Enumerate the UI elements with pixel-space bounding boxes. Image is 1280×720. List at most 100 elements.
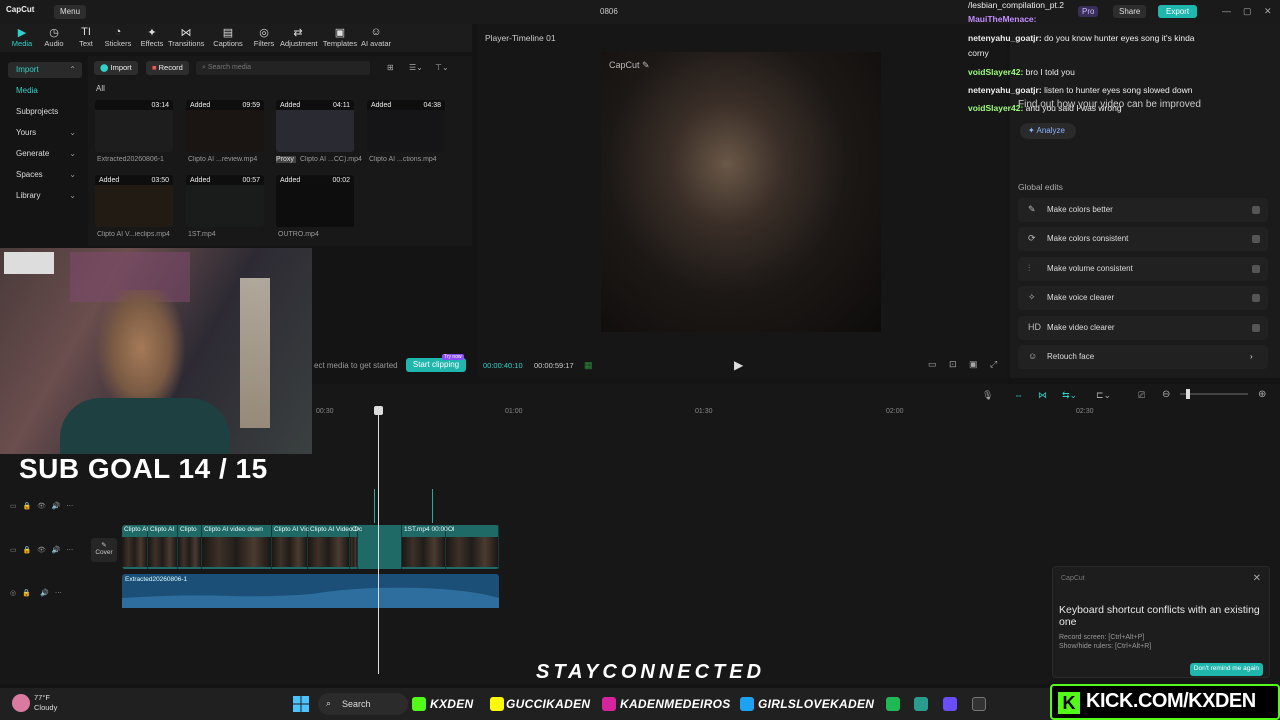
global-edit-make-video-clearer[interactable]: HD Make video clearer xyxy=(1018,315,1268,340)
toast-close-icon[interactable]: ✕ xyxy=(1253,573,1261,584)
weather-icon[interactable] xyxy=(12,694,30,712)
video-clip[interactable]: 1ST.mp4 00:00 xyxy=(402,525,448,569)
import-button[interactable]: ⬤ Import xyxy=(94,61,138,75)
global-edit-make-voice-clearer[interactable]: ✧ Make voice clearer xyxy=(1018,286,1268,311)
tool-audio[interactable]: ◷ Audio xyxy=(36,26,72,48)
weather-widget[interactable]: 77°F Cloudy xyxy=(34,693,57,713)
export-button[interactable]: Export xyxy=(1158,5,1198,18)
nav-media[interactable]: Media xyxy=(8,83,82,99)
video-clip[interactable]: Clipto AI Vic xyxy=(272,525,309,569)
tool-ai-avatar[interactable]: ☺ AI avatar xyxy=(358,26,394,48)
media-thumbnail[interactable]: 03:14 xyxy=(95,100,173,152)
menu-button[interactable]: Menu xyxy=(54,5,87,19)
global-edit-make-colors-better[interactable]: ✎ Make colors better xyxy=(1018,198,1268,222)
grid-view-icon[interactable]: ⊞ xyxy=(387,63,394,72)
crop-icon[interactable]: ⊡ xyxy=(949,359,957,370)
tool-effects[interactable]: ✦ Effects xyxy=(134,26,170,48)
media-thumbnail[interactable]: Added 04:11 xyxy=(276,100,354,152)
close-icon[interactable]: ✕ xyxy=(1264,6,1272,17)
mic-icon[interactable]: 🎙 xyxy=(982,390,993,401)
ratio-icon[interactable]: ▭ xyxy=(928,359,937,370)
toggle[interactable] xyxy=(1252,323,1260,332)
video-clip[interactable]: Clipto xyxy=(178,525,202,569)
tool-stickers[interactable]: ◔ Stickers xyxy=(100,26,136,48)
zoom-out-icon[interactable]: ⊖ xyxy=(1162,389,1170,400)
preview-axis-icon[interactable]: ⊏⌄ xyxy=(1096,390,1111,401)
media-thumbnail[interactable]: Added 03:50 xyxy=(95,175,173,227)
sort-icon[interactable]: ☰⌄ xyxy=(409,63,423,72)
media-thumbnail[interactable]: Added 00:02 xyxy=(276,175,354,227)
track-controls-audio[interactable]: ◎ 🔒 🔊 ⋯ xyxy=(10,589,62,597)
media-thumbnail[interactable]: Added 00:57 xyxy=(186,175,264,227)
caption-icon[interactable]: ⎚ xyxy=(1138,390,1145,401)
zoom-slider[interactable] xyxy=(1180,389,1248,399)
video-clip[interactable]: Clipto AI Video Dc xyxy=(308,525,362,569)
edit-icon[interactable]: ✎ xyxy=(642,60,650,70)
tool-filters[interactable]: ◎ Filters xyxy=(246,26,282,48)
tool-captions[interactable]: ▤ Captions xyxy=(210,26,246,48)
windows-start-icon[interactable] xyxy=(293,696,309,712)
app-icon[interactable] xyxy=(914,697,928,711)
zoom-in-icon[interactable]: ⊕ xyxy=(1258,389,1266,400)
capcut-taskbar-icon[interactable] xyxy=(972,697,986,711)
analyze-button[interactable]: ✦ Analyze xyxy=(1020,123,1076,139)
video-clip[interactable]: Cl xyxy=(350,525,358,569)
track-controls-main[interactable]: ▭ 🔒 👁 🔊 ⋯ xyxy=(10,546,73,554)
audio-track[interactable]: Extracted20260806-1 xyxy=(122,574,499,608)
global-edit-retouch-face[interactable]: ☺ Retouch face › xyxy=(1018,345,1268,369)
toggle[interactable] xyxy=(1252,294,1260,303)
nav-library[interactable]: Library ⌄ xyxy=(8,188,82,204)
nav-subprojects[interactable]: Subprojects xyxy=(8,104,82,120)
maximize-icon[interactable]: ▢ xyxy=(1243,6,1252,17)
search-media-input[interactable]: ⌕ Search media xyxy=(196,61,370,75)
zoom-slider-handle[interactable] xyxy=(1186,389,1190,399)
taskbar-search[interactable]: ⌕ Search xyxy=(318,693,408,715)
app-icon[interactable] xyxy=(943,697,957,711)
pro-badge[interactable]: Pro xyxy=(1078,6,1099,17)
webcam-light xyxy=(4,252,54,274)
filter-all[interactable]: All xyxy=(96,84,105,93)
play-button[interactable]: ▶ xyxy=(734,358,743,372)
nav-spaces[interactable]: Spaces ⌄ xyxy=(8,167,82,183)
layout-icon[interactable]: ▣ xyxy=(969,359,978,370)
video-clip[interactable]: Clipto AI video down xyxy=(202,525,272,569)
toggle[interactable] xyxy=(1252,264,1260,273)
toggle[interactable] xyxy=(1252,206,1260,214)
media-thumbnail[interactable]: Added 09:59 xyxy=(186,100,264,152)
tool-media[interactable]: ▶ Media xyxy=(4,26,40,48)
link-icon[interactable]: ⇔ xyxy=(1014,390,1023,400)
video-clip[interactable]: Clipto AI xyxy=(122,525,148,569)
minimize-icon[interactable]: — xyxy=(1222,6,1231,16)
nav-generate[interactable]: Generate ⌄ xyxy=(8,146,82,162)
tool-transitions[interactable]: ⋈ Transitions xyxy=(168,26,204,48)
nav-import[interactable]: Import ⌃ xyxy=(8,62,82,78)
frame-grid-icon[interactable]: ▦ xyxy=(584,360,593,371)
app-icon[interactable] xyxy=(886,697,900,711)
global-edit-make-colors-consistent[interactable]: ⟳ Make colors consistent xyxy=(1018,227,1268,252)
video-clip[interactable] xyxy=(358,525,402,569)
magnet-icon[interactable]: ⋈ xyxy=(1038,390,1047,401)
start-clipping-button[interactable]: Start clipping xyxy=(406,358,466,372)
nav-yours[interactable]: Yours ⌄ xyxy=(8,125,82,141)
tool-adjustment[interactable]: ⇄ Adjustment xyxy=(280,26,318,48)
track-controls-top[interactable]: ▭ 🔒 👁 🔊 ⋯ xyxy=(10,502,73,510)
toggle[interactable] xyxy=(1252,235,1260,244)
tool-label: Audio xyxy=(44,39,64,48)
video-clip[interactable]: Ol xyxy=(446,525,499,569)
snap-icon[interactable]: ⇆⌄ xyxy=(1062,390,1077,401)
global-edit-make-volume-consistent[interactable]: ⫶ Make volume consistent xyxy=(1018,256,1268,281)
record-button[interactable]: ■ Record xyxy=(146,61,189,75)
video-clip[interactable]: Clipto AI xyxy=(148,525,178,569)
tool-templates[interactable]: ▣ Templates xyxy=(322,26,358,48)
playhead[interactable] xyxy=(378,410,379,674)
video-track[interactable]: Clipto AI Clipto AI Clipto Clipto AI video … xyxy=(122,525,499,569)
share-button[interactable]: Share xyxy=(1113,5,1147,18)
audio-waveform xyxy=(122,587,499,608)
dont-remind-button[interactable]: Don't remind me again xyxy=(1189,663,1263,676)
fullscreen-icon[interactable]: ⤢ xyxy=(990,359,997,370)
media-thumbnail[interactable]: Added 04:38 xyxy=(367,100,445,152)
tool-text[interactable]: TI Text xyxy=(68,26,104,48)
filter-icon[interactable]: ⊤⌄ xyxy=(435,63,449,72)
video-preview[interactable]: CapCut ✎ xyxy=(601,52,881,332)
cover-button[interactable]: ✎ Cover xyxy=(91,538,117,562)
